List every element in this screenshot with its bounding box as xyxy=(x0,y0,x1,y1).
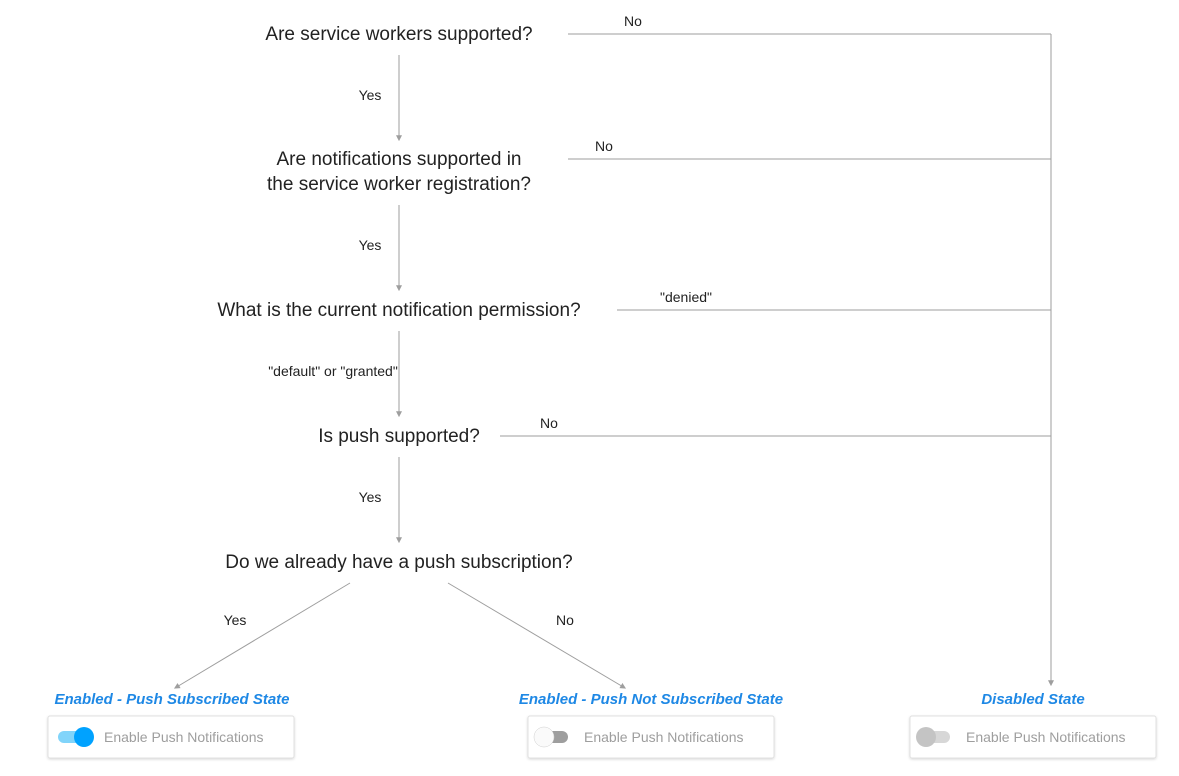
switch-label-disabled: Enable Push Notifications xyxy=(966,729,1126,745)
edge-label-q2-no: No xyxy=(595,138,613,154)
question-push-supported: Is push supported? xyxy=(318,426,480,447)
question-service-workers: Are service workers supported? xyxy=(265,24,532,45)
edge-label-q4-no: No xyxy=(540,415,558,431)
edge-label-q3-pass: "default" or "granted" xyxy=(268,363,398,379)
edge-label-q1-no: No xyxy=(624,13,642,29)
state-title-not-subscribed: Enabled - Push Not Subscribed State xyxy=(519,691,783,708)
card-not-subscribed: Enable Push Notifications xyxy=(528,716,774,758)
question-notification-permission: What is the current notification permiss… xyxy=(217,300,580,321)
edge-label-q5-yes: Yes xyxy=(224,612,247,628)
edge-label-q3-denied: "denied" xyxy=(660,289,712,305)
question-notifications-supported-l2: the service worker registration? xyxy=(267,174,531,195)
switch-label-not-subscribed: Enable Push Notifications xyxy=(584,729,744,745)
question-notifications-supported-l1: Are notifications supported in xyxy=(276,149,521,170)
switch-label-subscribed: Enable Push Notifications xyxy=(104,729,264,745)
edge-label-q1-yes: Yes xyxy=(359,87,382,103)
edge-q5-no xyxy=(448,583,625,688)
edge-label-q5-no: No xyxy=(556,612,574,628)
card-subscribed: Enable Push Notifications xyxy=(48,716,294,758)
state-title-disabled: Disabled State xyxy=(981,691,1084,708)
card-disabled: Enable Push Notifications xyxy=(910,716,1156,758)
state-title-subscribed: Enabled - Push Subscribed State xyxy=(54,691,289,708)
edge-label-q2-yes: Yes xyxy=(359,237,382,253)
edge-label-q4-yes: Yes xyxy=(359,489,382,505)
edge-q5-yes xyxy=(175,583,350,688)
question-already-subscription: Do we already have a push subscription? xyxy=(225,552,572,573)
